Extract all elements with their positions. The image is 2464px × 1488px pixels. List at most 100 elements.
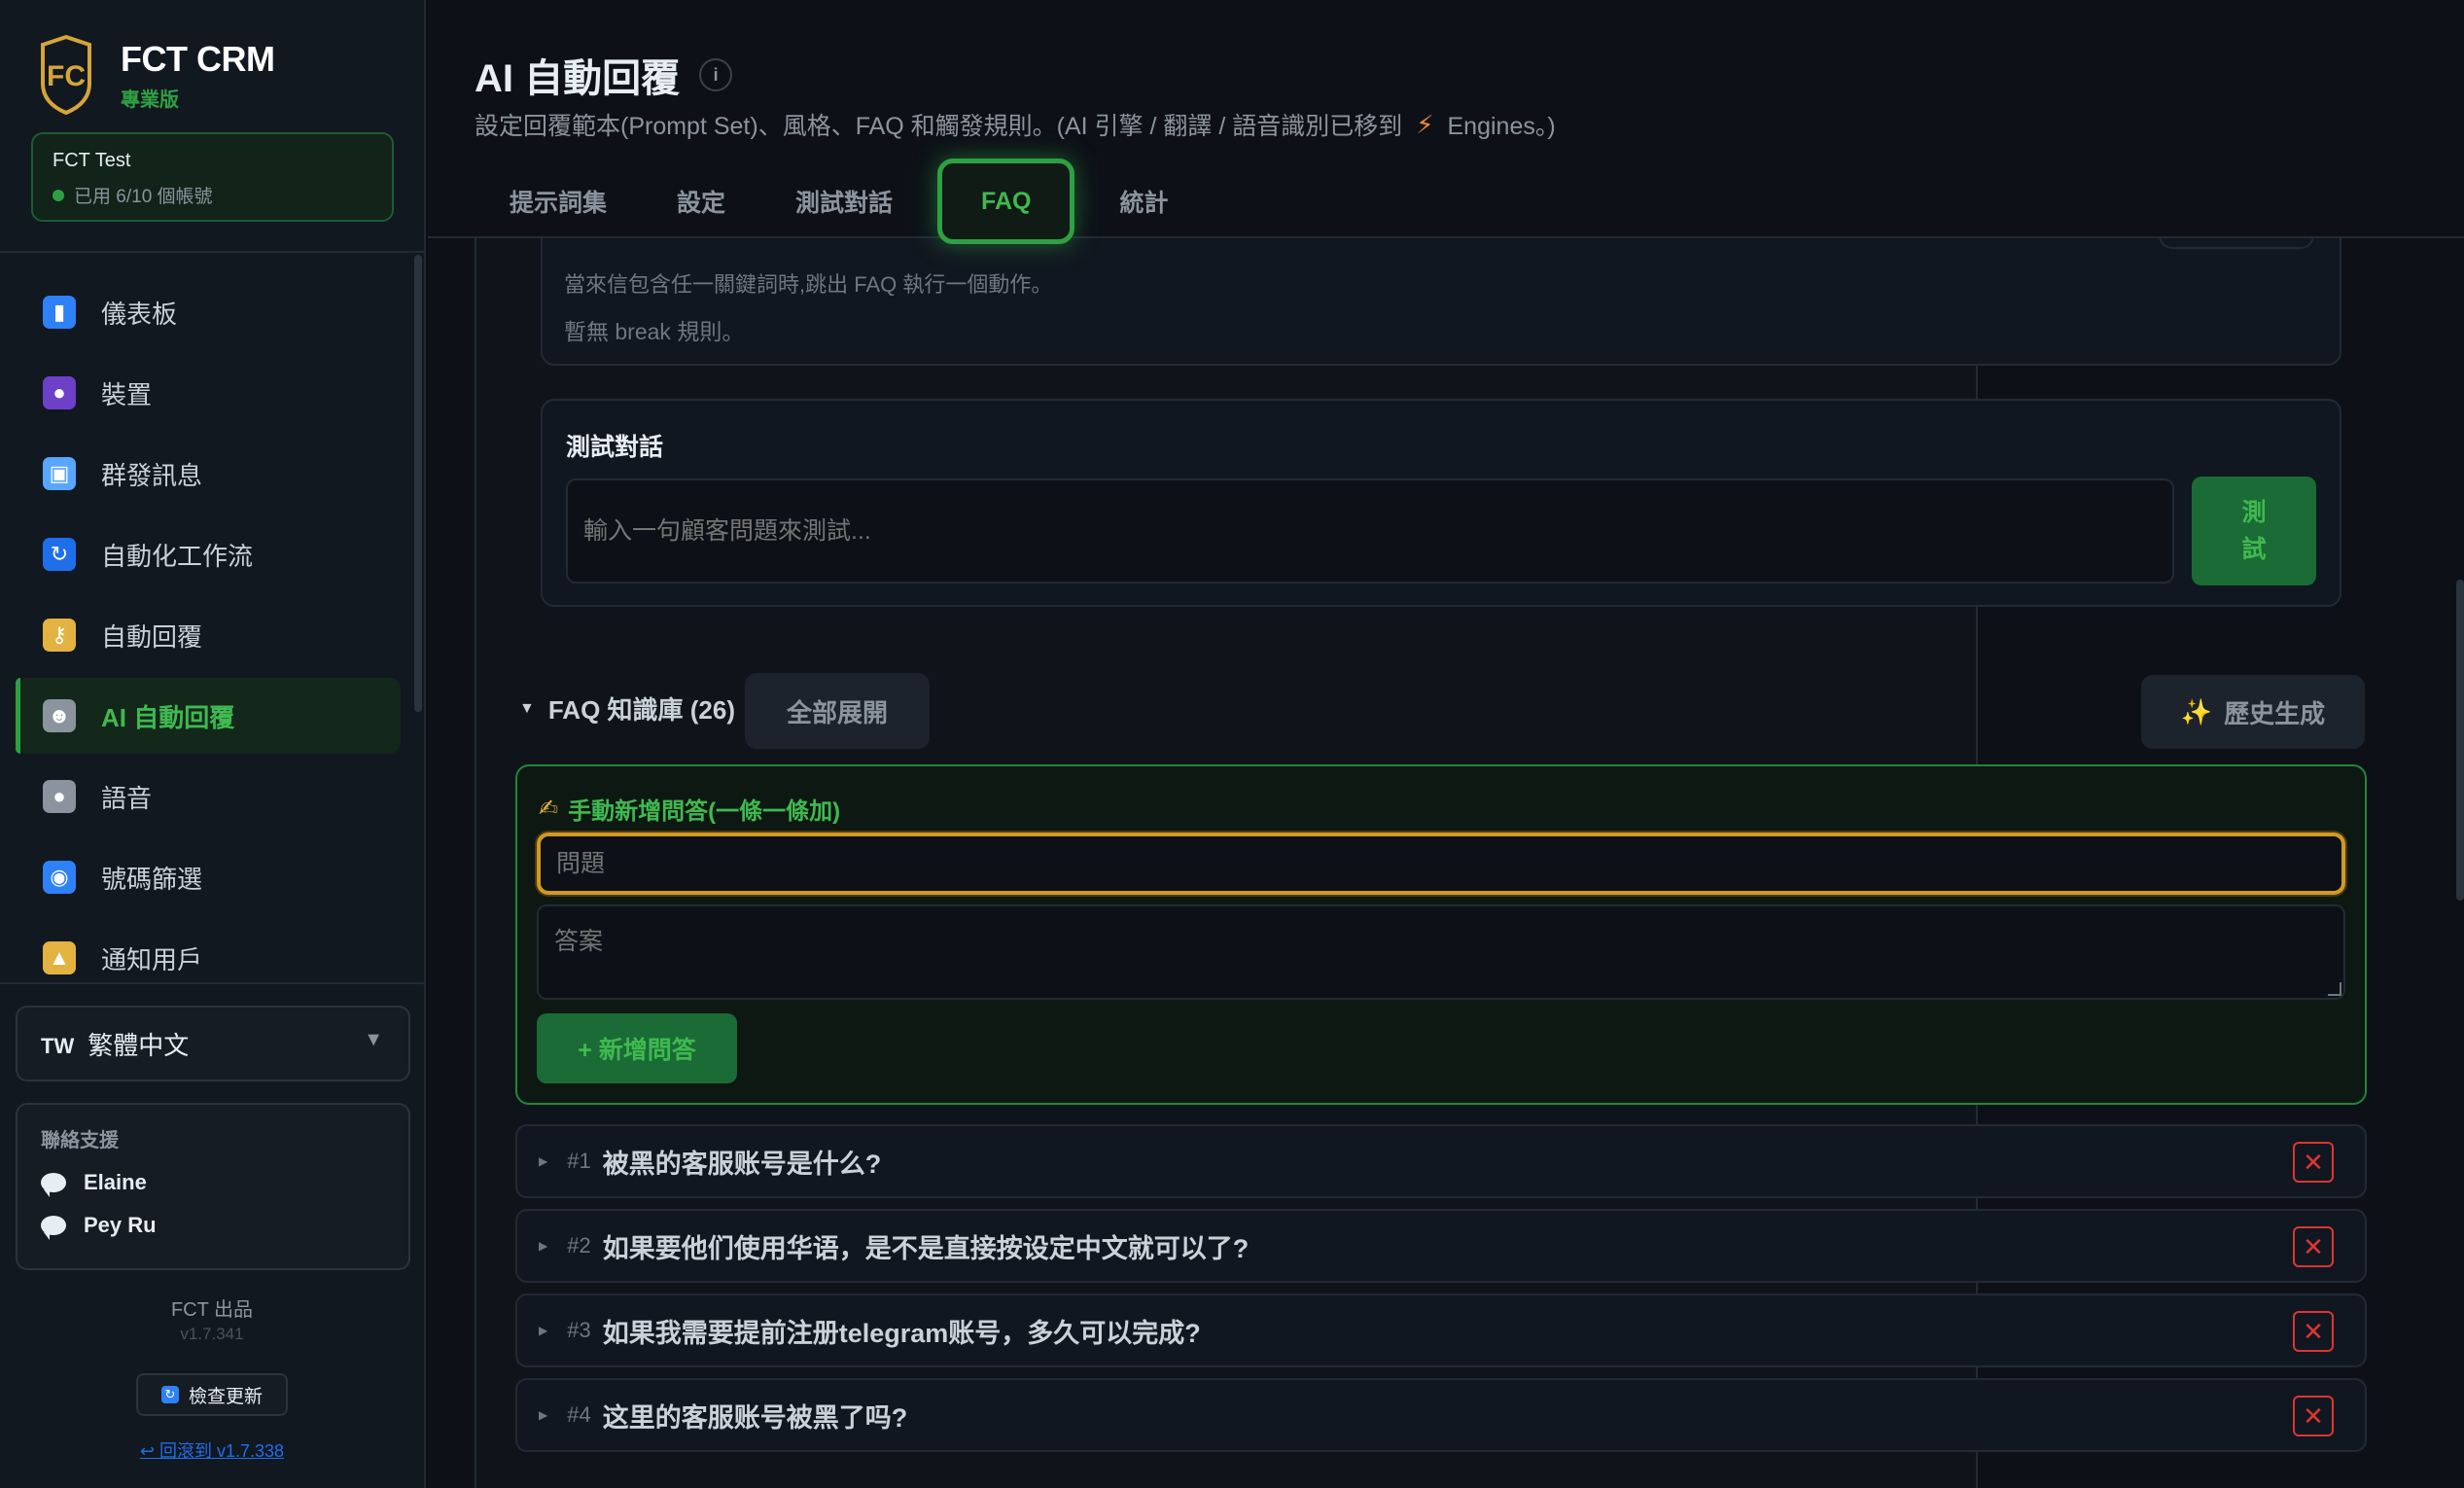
resize-grip-icon[interactable] <box>2328 982 2341 996</box>
faq-question: 被黑的客服账号是什么? <box>602 1149 882 1179</box>
triangle-right-icon: ▶ <box>539 1408 548 1422</box>
delete-icon[interactable]: ✕ <box>2293 1311 2334 1352</box>
delete-icon[interactable]: ✕ <box>2293 1396 2334 1436</box>
check-update-label: 檢查更新 <box>188 1386 263 1407</box>
support-panel: 聯絡支援 Elaine Pey Ru <box>16 1103 410 1270</box>
search-icon: ◉ <box>43 861 76 894</box>
bell-icon: ▲ <box>43 941 76 974</box>
language-select[interactable]: TW 繁體中文 ▼ <box>16 1006 410 1081</box>
tab-4[interactable]: 統計 <box>1084 163 1203 239</box>
tab-bar: 提示詞集 設定 測試對話 FAQ 統計 <box>475 159 1203 244</box>
sidebar-item-label: 裝置 <box>101 379 153 409</box>
sidebar-item-label: 號碼篩選 <box>101 864 203 894</box>
delete-icon[interactable]: ✕ <box>2293 1226 2334 1267</box>
page-header: AI 自動回覆 i 設定回覆範本(Prompt Set)、風格、FAQ 和觸發規… <box>428 0 2464 244</box>
sidebar-item-user[interactable]: ● 裝置 <box>16 355 401 431</box>
support-contact-peyru[interactable]: Pey Ru <box>41 1213 385 1240</box>
chevron-down-icon: ▼ <box>364 1029 383 1050</box>
sidebar-item-label: 群發訊息 <box>101 460 203 490</box>
support-title: 聯絡支援 <box>41 1130 119 1151</box>
inbox-icon: ▣ <box>43 457 76 490</box>
sidebar-item-robot[interactable]: ☻ AI 自動回覆 <box>16 678 401 754</box>
account-name: FCT Test <box>53 150 131 171</box>
faq-row[interactable]: ▶ #2 如果要他们使用华语，是不是直接按设定中文就可以了? ✕ <box>515 1209 2367 1283</box>
check-update-button[interactable]: ↻ 檢查更新 <box>136 1373 288 1416</box>
page-desc-text: 設定回覆範本(Prompt Set)、風格、FAQ 和觸發規則。(AI 引擎 /… <box>475 113 1403 140</box>
engines-link[interactable]: Engines。) <box>1448 107 1556 142</box>
tab-1[interactable]: 設定 <box>642 163 760 239</box>
sidebar-item-chart[interactable]: ▮ 儀表板 <box>16 274 401 350</box>
add-faq-button[interactable]: + 新增問答 <box>537 1013 737 1083</box>
sidebar-item-label: 語音 <box>101 783 153 813</box>
sidebar-item-microphone[interactable]: ● 語音 <box>16 759 401 834</box>
faq-row[interactable]: ▶ #1 被黑的客服账号是什么? ✕ <box>515 1124 2367 1198</box>
faq-question: 如果要他们使用华语，是不是直接按设定中文就可以了? <box>602 1233 1250 1263</box>
expand-all-button[interactable]: 全部展開 <box>745 673 930 749</box>
faq-row[interactable]: ▶ #4 这里的客服账号被黑了吗? ✕ <box>515 1378 2367 1452</box>
fct-logo-icon: FC <box>41 35 91 115</box>
sidebar-item-inbox[interactable]: ▣ 群發訊息 <box>16 436 401 512</box>
sidebar-nav: ▮ 儀表板 ● 裝置 ▣ 群發訊息 ↻ 自動化工作流 ⚷ 自動回覆 ☻ AI 自動回覆 ● 語音 ◉ 號碼篩選… <box>16 274 401 1001</box>
test-button-char: 試 <box>2241 536 2267 563</box>
refresh-icon: ↻ <box>160 1386 179 1403</box>
manual-add-title: ✍ 手動新增問答(一條一條加) <box>539 792 840 826</box>
sidebar-item-key[interactable]: ⚷ 自動回覆 <box>16 597 401 673</box>
flag-icon: TW <box>41 1034 75 1058</box>
faq-row[interactable]: ▶ #3 如果我需要提前注册telegram账号，多久可以完成? ✕ <box>515 1293 2367 1367</box>
user-icon: ● <box>43 376 76 409</box>
brand-title: FCT CRM <box>121 38 275 79</box>
test-question-input[interactable] <box>566 478 2174 584</box>
sidebar-item-search[interactable]: ◉ 號碼篩選 <box>16 839 401 915</box>
answer-input[interactable] <box>537 904 2345 1000</box>
support-contact-name: Pey Ru <box>84 1213 157 1237</box>
footer-version: v1.7.341 <box>180 1325 244 1343</box>
sidebar: FC FCT CRM 專業版 FCT Test 已用 6/10 個帳號 ▮ 儀表板… <box>0 0 426 1488</box>
page-description: 設定回覆範本(Prompt Set)、風格、FAQ 和觸發規則。(AI 引擎 /… <box>475 107 1556 142</box>
support-contact-name: Elaine <box>84 1170 147 1194</box>
history-generate-label: 歷史生成 <box>2224 698 2326 728</box>
support-contact-elaine[interactable]: Elaine <box>41 1170 385 1197</box>
sidebar-item-bell[interactable]: ▲ 通知用戶 <box>16 920 401 996</box>
refresh-icon: ↻ <box>43 538 76 571</box>
account-usage: 已用 6/10 個帳號 <box>53 182 372 208</box>
tab-0[interactable]: 提示詞集 <box>475 163 642 239</box>
faq-heading[interactable]: ▼ FAQ 知識庫 (26) <box>519 691 735 726</box>
key-icon: ⚷ <box>43 619 76 652</box>
test-button-char: 測 <box>2241 499 2267 526</box>
sidebar-item-label: AI 自動回覆 <box>101 702 235 732</box>
page-title: AI 自動回覆 i <box>475 47 733 103</box>
tab-3[interactable]: FAQ <box>937 159 1075 244</box>
faq-question: 这里的客服账号被黑了吗? <box>602 1402 908 1433</box>
sparkle-icon: ✨ <box>2180 696 2213 726</box>
language-label: 繁體中文 <box>88 1030 190 1060</box>
tab-2[interactable]: 測試對話 <box>760 163 928 239</box>
app-window: FC FCT CRM 專業版 FCT Test 已用 6/10 個帳號 ▮ 儀表板… <box>0 0 2464 1488</box>
chat-bubble-icon <box>41 1216 66 1240</box>
sidebar-item-label: 通知用戶 <box>101 944 203 974</box>
svg-text:FC: FC <box>47 60 86 92</box>
test-dialog-title: 測試對話 <box>566 434 664 461</box>
history-generate-button[interactable]: ✨ 歷史生成 <box>2141 675 2365 749</box>
brand[interactable]: FC FCT CRM 專業版 <box>35 35 275 115</box>
account-card[interactable]: FCT Test 已用 6/10 個帳號 <box>31 132 394 222</box>
delete-icon[interactable]: ✕ <box>2293 1142 2334 1183</box>
question-input[interactable] <box>537 833 2345 895</box>
brand-edition: 專業版 <box>121 89 179 111</box>
sidebar-item-label: 自動回覆 <box>101 621 203 652</box>
faq-heading-text: FAQ 知識庫 (26) <box>547 695 735 725</box>
sidebar-scrollbar[interactable] <box>414 255 422 712</box>
break-rules-description: 當來信包含任一關鍵詞時,跳出 FAQ 執行一個動作。 <box>564 272 1053 297</box>
break-rules-empty: 暫無 break 規則。 <box>564 319 745 344</box>
microphone-icon: ● <box>43 780 76 813</box>
status-dot-icon <box>53 189 64 201</box>
faq-number: #2 <box>567 1233 591 1258</box>
info-icon[interactable]: i <box>699 58 733 91</box>
sidebar-item-refresh[interactable]: ↻ 自動化工作流 <box>16 516 401 592</box>
faq-number: #3 <box>567 1318 591 1342</box>
test-button[interactable]: 測試 <box>2192 477 2316 585</box>
divider <box>0 251 424 253</box>
faq-question: 如果我需要提前注册telegram账号，多久可以完成? <box>602 1318 1201 1348</box>
main-scrollbar[interactable] <box>2456 580 2464 901</box>
rollback-link[interactable]: ↩ 回滾到 v1.7.338 <box>0 1437 424 1463</box>
faq-number: #4 <box>567 1402 591 1427</box>
